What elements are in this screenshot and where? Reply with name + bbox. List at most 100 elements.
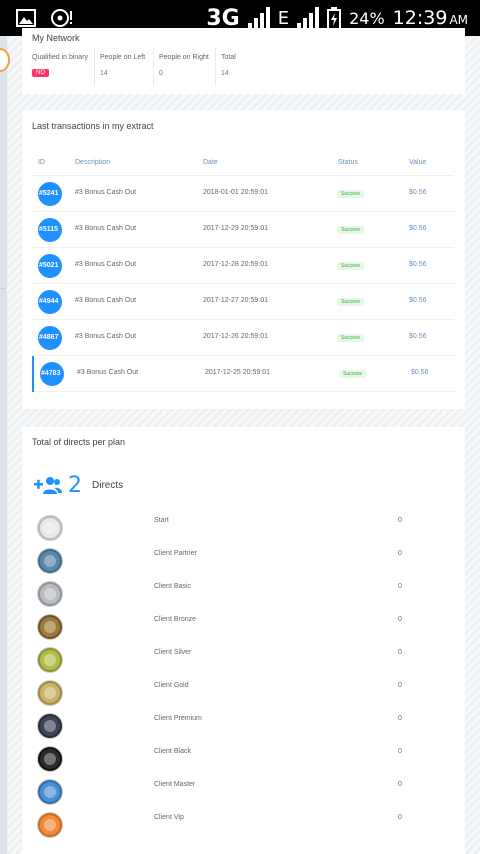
divider bbox=[153, 48, 154, 86]
plan-row: Client Gold 0 bbox=[38, 678, 448, 711]
plan-count: 0 bbox=[398, 583, 402, 590]
status-badge: Success bbox=[337, 298, 364, 306]
table-row[interactable]: #4944 #3 Bonus Cash Out 2017-12-27 20:59:0… bbox=[32, 284, 454, 320]
transaction-date: 2017-12-26 20:59:01 bbox=[203, 333, 268, 340]
plan-row: Client Partner 0 bbox=[38, 546, 448, 579]
plan-name: Client Bronze bbox=[154, 616, 197, 623]
badge-shine bbox=[44, 522, 56, 534]
table-row[interactable]: #4783 #3 Bonus Cash Out 2017-12-25 20:59:0… bbox=[32, 356, 456, 392]
badge-shine bbox=[44, 654, 56, 666]
transaction-id-badge: #5021 bbox=[38, 254, 62, 278]
plan-count: 0 bbox=[398, 517, 402, 524]
plan-badge-icon bbox=[38, 813, 62, 837]
col-label: Qualified in binary bbox=[32, 54, 89, 61]
card-title: Last transactions in my extract bbox=[32, 121, 154, 131]
plan-row: Client Master 0 bbox=[38, 777, 448, 810]
plan-badge-icon bbox=[38, 615, 62, 639]
table-row[interactable]: #5021 #3 Bonus Cash Out 2017-12-28 20:59:0… bbox=[32, 248, 454, 284]
badge-shine bbox=[44, 753, 56, 765]
card-title: My Network bbox=[32, 33, 80, 43]
plan-badge-icon bbox=[38, 648, 62, 672]
header-id: ID bbox=[38, 159, 45, 166]
plan-badge-icon bbox=[38, 714, 62, 738]
transaction-value: $0.56 bbox=[409, 261, 427, 268]
plan-row: Start 0 bbox=[38, 513, 448, 546]
directs-summary: 2 Directs bbox=[34, 473, 123, 498]
plan-badge-icon bbox=[38, 549, 62, 573]
col-label: People on Left bbox=[100, 54, 146, 61]
total-col: Total 14 bbox=[221, 54, 236, 77]
plan-row: Client Silver 0 bbox=[38, 645, 448, 678]
plan-name: Client Master bbox=[154, 781, 196, 788]
plan-count: 0 bbox=[398, 715, 402, 722]
drawer-divider bbox=[0, 288, 6, 289]
transaction-id-badge: #5115 bbox=[38, 218, 62, 242]
signal-strength-icon-2 bbox=[297, 7, 320, 29]
battery-charging-icon bbox=[327, 7, 342, 29]
badge-shine bbox=[44, 819, 56, 831]
transaction-id-badge: #5241 bbox=[38, 182, 62, 206]
header-value: Value bbox=[409, 159, 427, 166]
transaction-description: #3 Bonus Cash Out bbox=[75, 225, 137, 232]
plan-badge-icon bbox=[38, 681, 62, 705]
col-value: 14 bbox=[100, 70, 108, 77]
plan-name: Client Black bbox=[154, 748, 191, 755]
side-drawer-edge[interactable] bbox=[0, 36, 10, 854]
battery-percentage: 24% bbox=[349, 8, 385, 28]
disc-notification-icon bbox=[51, 9, 72, 27]
plan-count: 0 bbox=[398, 748, 402, 755]
plan-badge-icon bbox=[38, 747, 62, 771]
plan-count: 0 bbox=[398, 616, 402, 623]
directs-count: 2 bbox=[68, 473, 82, 498]
status-badge: Success bbox=[339, 370, 366, 378]
plan-badge-icon bbox=[38, 516, 62, 540]
plan-count: 0 bbox=[398, 649, 402, 656]
transaction-description: #3 Bonus Cash Out bbox=[75, 333, 137, 340]
transaction-id-badge: #4944 bbox=[38, 290, 62, 314]
transaction-value: $0.56 bbox=[409, 333, 427, 340]
transaction-date: 2018-01-01 20:59:01 bbox=[203, 189, 268, 196]
transaction-id-badge: #4867 bbox=[38, 326, 62, 350]
transaction-value: $0.56 bbox=[409, 225, 427, 232]
table-row[interactable]: #4867 #3 Bonus Cash Out 2017-12-26 20:59:0… bbox=[32, 320, 454, 356]
plan-name: Client Vip bbox=[154, 814, 184, 821]
divider bbox=[215, 48, 216, 86]
transaction-date: 2017-12-29 20:59:01 bbox=[203, 225, 268, 232]
transaction-value: $0.56 bbox=[411, 369, 429, 376]
people-right-col: People on Right 0 bbox=[159, 54, 209, 77]
row-divider bbox=[34, 391, 456, 392]
network-type-label-2: E bbox=[277, 7, 290, 29]
transaction-description: #3 Bonus Cash Out bbox=[75, 297, 137, 304]
plan-count: 0 bbox=[398, 550, 402, 557]
card-title: Total of directs per plan bbox=[32, 437, 126, 447]
plan-row: Client Black 0 bbox=[38, 744, 448, 777]
plan-count: 0 bbox=[398, 682, 402, 689]
badge-shine bbox=[44, 687, 56, 699]
signal-strength-icon bbox=[247, 7, 270, 29]
plan-count: 0 bbox=[398, 781, 402, 788]
status-badge: Success bbox=[337, 334, 364, 342]
network-type-label: 3G bbox=[206, 5, 240, 31]
status-badge: Success bbox=[337, 226, 364, 234]
status-badge: Success bbox=[337, 262, 364, 270]
plan-row: Client Basic 0 bbox=[38, 579, 448, 612]
directs-label: Directs bbox=[92, 480, 124, 491]
transaction-description: #3 Bonus Cash Out bbox=[75, 189, 137, 196]
header-description: Description bbox=[75, 159, 111, 166]
plan-badge-icon bbox=[38, 582, 62, 606]
my-network-card: My Network Qualified in binary NO People… bbox=[22, 28, 465, 94]
col-label: Total bbox=[221, 54, 236, 61]
plan-name: Client Silver bbox=[154, 649, 192, 656]
col-label: People on Right bbox=[159, 54, 209, 61]
transaction-description: #3 Bonus Cash Out bbox=[77, 369, 139, 376]
transaction-date: 2017-12-28 20:59:01 bbox=[203, 261, 268, 268]
qualified-status-badge: NO bbox=[32, 69, 49, 77]
badge-shine bbox=[44, 786, 56, 798]
table-row[interactable]: #5115 #3 Bonus Cash Out 2017-12-29 20:59:0… bbox=[32, 212, 454, 248]
transaction-value: $0.56 bbox=[409, 189, 427, 196]
table-row[interactable]: #5241 #3 Bonus Cash Out 2018-01-01 20:59:0… bbox=[32, 176, 454, 212]
divider bbox=[94, 48, 95, 86]
plan-name: Client Partner bbox=[154, 550, 197, 557]
badge-shine bbox=[44, 555, 56, 567]
plan-name: Client Basic bbox=[154, 583, 191, 590]
